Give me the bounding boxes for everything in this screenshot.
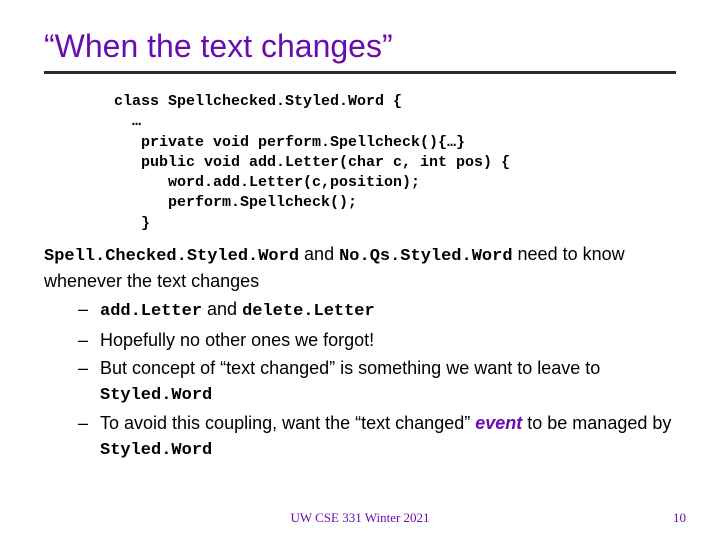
bullet-2: Hopefully no other ones we forgot! [44, 328, 676, 352]
bullet-1-mid: and [202, 299, 242, 319]
bullet-1-code-2: delete.Letter [242, 302, 375, 321]
bullet-4: To avoid this coupling, want the “text c… [44, 411, 676, 462]
code-block: class Spellchecked.Styled.Word { … priva… [114, 92, 676, 234]
para-mid: and [299, 244, 339, 264]
body-paragraph: Spell.Checked.Styled.Word and No.Qs.Styl… [44, 242, 676, 293]
slide: “When the text changes” class Spellcheck… [0, 0, 720, 463]
page-number: 10 [673, 510, 686, 526]
bullet-4-code: Styled.Word [100, 441, 212, 460]
bullet-1-code-1: add.Letter [100, 302, 202, 321]
bullet-4-mid: to be managed by [522, 413, 671, 433]
class-name-1: Spell.Checked.Styled.Word [44, 247, 299, 266]
bullet-3: But concept of “text changed” is somethi… [44, 356, 676, 407]
bullet-4-pre: To avoid this coupling, want the “text c… [100, 413, 475, 433]
slide-title: “When the text changes” [44, 28, 676, 65]
bullet-1: add.Letter and delete.Letter [44, 297, 676, 324]
bullet-3-pre: But concept of “text changed” is somethi… [100, 358, 600, 378]
class-name-2: No.Qs.Styled.Word [339, 247, 512, 266]
bullet-list: add.Letter and delete.Letter Hopefully n… [44, 297, 676, 463]
footer-text: UW CSE 331 Winter 2021 [0, 510, 720, 526]
bullet-3-code: Styled.Word [100, 386, 212, 405]
title-underline [44, 71, 676, 74]
bullet-4-event: event [475, 413, 522, 433]
